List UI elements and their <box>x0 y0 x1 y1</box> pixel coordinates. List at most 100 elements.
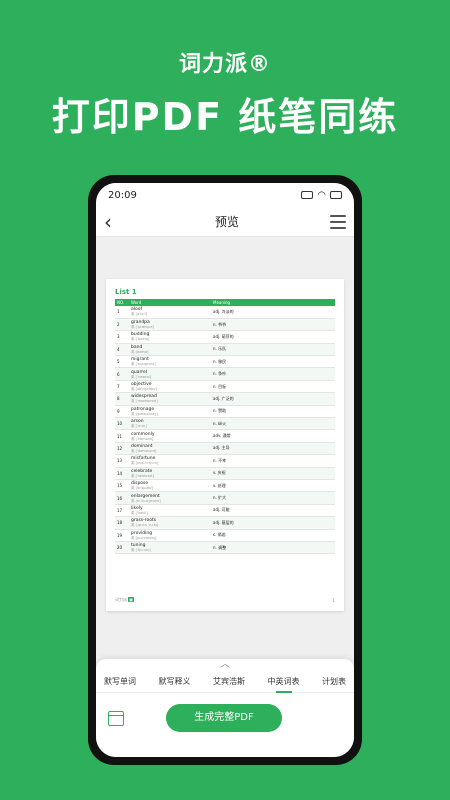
generate-pdf-button[interactable]: 生成完整PDF <box>166 704 282 732</box>
table-row: 13 misfortune 英 [mɪsˈfɔːtʃuːn] n. 不幸 <box>115 454 335 468</box>
row-meaning: v. 庆祝 <box>211 467 335 480</box>
row-meaning: adj. 广泛的 <box>211 392 335 406</box>
col-header-meaning: Meaning <box>211 299 335 306</box>
hero-brand: 词力派® <box>178 52 271 77</box>
row-meaning: adj. 基层的 <box>211 516 335 530</box>
row-number: 20 <box>115 541 129 555</box>
row-number: 10 <box>115 417 129 431</box>
row-word-cell: tuning 英 [ˈtjuːnɪŋ] <box>129 541 211 555</box>
row-number: 19 <box>115 529 129 542</box>
row-number: 9 <box>115 405 129 419</box>
row-word-cell: aloof 英 [əˈluːf] <box>129 306 211 319</box>
calendar-icon[interactable] <box>108 710 124 726</box>
row-pronunciation: 英 [ˈpætrənɪdʒ] <box>131 411 158 416</box>
row-pronunciation: 英 [dɪˈspəʊz] <box>131 486 154 491</box>
table-row: 8 widespread 英 [ˈwaɪdspred] adj. 广泛的 <box>115 392 335 406</box>
settings-sliders-icon[interactable] <box>329 214 346 229</box>
mode-tabs: 默写单词 默写释义 艾宾浩斯 中英词表 计划表 <box>96 671 354 693</box>
row-number: 6 <box>115 367 129 381</box>
tab-dictation-meaning[interactable]: 默写释义 <box>159 676 191 687</box>
row-meaning: n. 目标 <box>211 380 335 394</box>
row-pronunciation: 英 [ˈtjuːnɪŋ] <box>131 548 151 553</box>
row-meaning: v. 处理 <box>211 479 335 493</box>
row-number: 17 <box>115 504 129 518</box>
row-word-cell: dispose 英 [dɪˈspəʊz] <box>129 479 211 493</box>
row-number: 11 <box>115 429 129 443</box>
brand-logo-icon: ▣ <box>128 597 135 602</box>
row-number: 18 <box>115 516 129 530</box>
row-word-cell: patronage 英 [ˈpætrənɪdʒ] <box>129 405 211 419</box>
row-meaning: n. 移民 <box>211 355 335 369</box>
row-word-cell: misfortune 英 [mɪsˈfɔːtʃuːn] <box>129 454 211 468</box>
row-word-cell: providing 英 [prəˈvaɪdɪŋ] <box>129 529 211 542</box>
row-pronunciation: 英 [ˈselɪbreɪt] <box>131 473 154 478</box>
row-word-cell: enlargement 英 [ɪnˈlɑːdʒmənt] <box>129 491 211 505</box>
table-row: 10 arson 英 [ˈɑːsn] n. 纵火 <box>115 417 335 431</box>
table-row: 17 likely 英 [ˈlaɪkli] adj. 可能 <box>115 504 335 518</box>
row-pronunciation: 英 [ˈlaɪkli] <box>131 510 148 515</box>
pdf-preview-page: List 1 NO. Word Meaning 1 aloof 英 [əˈluːf]… <box>106 279 344 611</box>
table-row: 1 aloof 英 [əˈluːf] adj. 冷淡的 <box>115 306 335 319</box>
row-number: 12 <box>115 442 129 456</box>
page-title: 预览 <box>214 215 239 229</box>
row-word-cell: band 英 [bænd] <box>129 343 211 357</box>
row-meaning: adv. 通常 <box>211 429 335 443</box>
row-number: 5 <box>115 355 129 369</box>
row-meaning: adj. 主导 <box>211 442 335 456</box>
doc-footer-brand-text: 词力派 <box>115 597 127 602</box>
row-meaning: adj. 萌芽的 <box>211 330 335 344</box>
status-icons: ◠ <box>301 190 342 201</box>
row-word-cell: arson 英 [ˈɑːsn] <box>129 417 211 431</box>
col-header-word: Word <box>129 299 211 306</box>
row-pronunciation: 英 [ˈmaɪɡrənt] <box>131 362 156 367</box>
row-number: 15 <box>115 479 129 493</box>
chevron-up-icon[interactable]: ︿ <box>96 659 354 671</box>
row-word: providing <box>131 530 153 536</box>
row-meaning: n. 爷爷 <box>211 318 335 332</box>
row-word-cell: dominant 英 [ˈdɒmɪnənt] <box>129 442 211 456</box>
phone-frame: 20:09 ◠ ‹ 预览 List 1 NO. Word Meaning 1 a… <box>88 175 362 765</box>
row-number: 4 <box>115 343 129 357</box>
row-word: commonly <box>131 431 155 437</box>
doc-footer-brand: 词力派 ▣ <box>115 597 135 603</box>
tab-plan[interactable]: 计划表 <box>322 676 346 687</box>
table-row: 7 objective 英 [əbˈdʒektɪv] n. 目标 <box>115 380 335 394</box>
row-pronunciation: 英 [əbˈdʒektɪv] <box>131 387 157 392</box>
row-pronunciation: 英 [ˈkɒmənli] <box>131 436 154 441</box>
row-word: quarrel <box>131 369 148 375</box>
row-number: 7 <box>115 380 129 394</box>
back-button[interactable]: ‹ <box>104 210 124 234</box>
tab-bilingual-list[interactable]: 中英词表 <box>268 676 300 693</box>
bottom-panel: ︿ 默写单词 默写释义 艾宾浩斯 中英词表 计划表 生成完整PDF <box>96 659 354 757</box>
table-row: 15 dispose 英 [dɪˈspəʊz] v. 处理 <box>115 479 335 493</box>
tab-dictation-word[interactable]: 默写单词 <box>104 676 136 687</box>
table-row: 11 commonly 英 [ˈkɒmənli] adv. 通常 <box>115 429 335 443</box>
row-meaning: n. 乐队 <box>211 343 335 357</box>
row-meaning: n. 不幸 <box>211 454 335 468</box>
row-meaning: n. 扩大 <box>211 491 335 505</box>
row-pronunciation: 英 [ˈdɒmɪnənt] <box>131 448 157 453</box>
list-title: List 1 <box>115 288 137 296</box>
row-pronunciation: 英 [ˈɑːsn] <box>131 424 147 429</box>
row-word: enlargement <box>131 493 160 499</box>
row-pronunciation: 英 [ˈbʌdɪŋ] <box>131 337 150 342</box>
row-meaning: adj. 冷淡的 <box>211 306 335 319</box>
row-pronunciation: 英 [ˈwaɪdspred] <box>131 399 158 404</box>
row-number: 16 <box>115 491 129 505</box>
table-row: 2 grandpa 英 [ˈɡrænpɑː] n. 爷爷 <box>115 318 335 332</box>
table-row: 16 enlargement 英 [ɪnˈlɑːdʒmənt] n. 扩大 <box>115 491 335 505</box>
table-row: 18 grass-roots 英 [ˌɡrɑːs ˈruːts] adj. 基层的 <box>115 516 335 530</box>
row-number: 2 <box>115 318 129 332</box>
row-meaning: c. 倘若 <box>211 529 335 542</box>
doc-page-number: 1 <box>332 598 335 603</box>
phone-screen: 20:09 ◠ ‹ 预览 List 1 NO. Word Meaning 1 a… <box>96 183 354 757</box>
table-row: 3 budding 英 [ˈbʌdɪŋ] adj. 萌芽的 <box>115 330 335 344</box>
nav-bar: ‹ 预览 <box>96 207 354 237</box>
row-pronunciation: 英 [ˈɡrænpɑː] <box>131 325 155 330</box>
tab-ebbinghaus[interactable]: 艾宾浩斯 <box>213 676 245 687</box>
row-word-cell: likely 英 [ˈlaɪkli] <box>129 504 211 518</box>
status-bar: 20:09 ◠ <box>96 183 354 207</box>
row-word-cell: commonly 英 [ˈkɒmənli] <box>129 429 211 443</box>
table-row: 19 providing 英 [prəˈvaɪdɪŋ] c. 倘若 <box>115 529 335 542</box>
row-pronunciation: 英 [ɪnˈlɑːdʒmənt] <box>131 498 161 503</box>
